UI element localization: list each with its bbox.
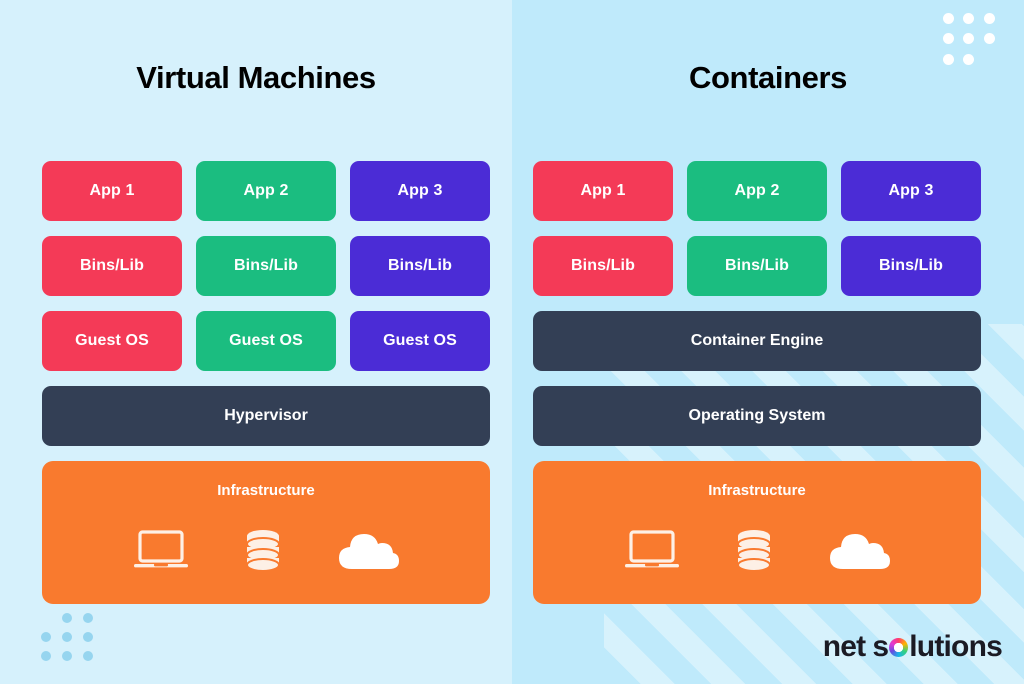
- panel-virtual-machines: Virtual Machines App 1 App 2 App 3 Bins/…: [0, 0, 512, 684]
- brand-logo-word-suffix: lutions: [909, 630, 1003, 663]
- bar-hypervisor[interactable]: Hypervisor: [42, 386, 490, 446]
- laptop-icon: [133, 529, 189, 573]
- panel-title-containers: Containers: [689, 60, 847, 95]
- cell-guest-os-1[interactable]: Guest OS: [42, 311, 182, 371]
- bar-container-engine[interactable]: Container Engine: [533, 311, 981, 371]
- infrastructure-icon-row: [533, 529, 981, 573]
- cell-bins-lib-3[interactable]: Bins/Lib: [350, 236, 490, 296]
- database-icon: [245, 529, 281, 573]
- brand-logo-word-net: net: [822, 630, 866, 663]
- stack-virtual-machines: App 1 App 2 App 3 Bins/Lib Bins/Lib Bins…: [42, 161, 490, 604]
- cell-guest-os-3[interactable]: Guest OS: [350, 311, 490, 371]
- bar-operating-system[interactable]: Operating System: [533, 386, 981, 446]
- cell-bins-lib-2[interactable]: Bins/Lib: [196, 236, 336, 296]
- cell-app-3[interactable]: App 3: [841, 161, 981, 221]
- infrastructure-box-vm[interactable]: Infrastructure: [42, 461, 490, 604]
- infrastructure-icon-row: [42, 529, 490, 573]
- cloud-icon: [337, 529, 399, 573]
- cloud-icon: [828, 529, 890, 573]
- infographic-canvas: Virtual Machines App 1 App 2 App 3 Bins/…: [0, 0, 1024, 684]
- database-icon: [736, 529, 772, 573]
- panel-title-virtual-machines: Virtual Machines: [136, 60, 376, 95]
- cell-app-3[interactable]: App 3: [350, 161, 490, 221]
- cell-bins-lib-1[interactable]: Bins/Lib: [42, 236, 182, 296]
- infrastructure-box-containers[interactable]: Infrastructure: [533, 461, 981, 604]
- cell-app-1[interactable]: App 1: [42, 161, 182, 221]
- row-guest-os: Guest OS Guest OS Guest OS: [42, 311, 490, 371]
- row-apps: App 1 App 2 App 3: [42, 161, 490, 221]
- laptop-icon: [624, 529, 680, 573]
- cell-guest-os-2[interactable]: Guest OS: [196, 311, 336, 371]
- row-bins-lib: Bins/Lib Bins/Lib Bins/Lib: [533, 236, 981, 296]
- multicolor-ring-icon: [889, 638, 909, 657]
- brand-logo[interactable]: net s lutions: [822, 630, 1003, 664]
- row-apps: App 1 App 2 App 3: [533, 161, 981, 221]
- cell-app-2[interactable]: App 2: [687, 161, 827, 221]
- cell-bins-lib-2[interactable]: Bins/Lib: [687, 236, 827, 296]
- panel-containers: Containers App 1 App 2 App 3 Bins/Lib Bi…: [512, 0, 1024, 684]
- cell-bins-lib-3[interactable]: Bins/Lib: [841, 236, 981, 296]
- cell-app-1[interactable]: App 1: [533, 161, 673, 221]
- row-bins-lib: Bins/Lib Bins/Lib Bins/Lib: [42, 236, 490, 296]
- brand-logo-word-prefix: s: [872, 630, 889, 663]
- cell-bins-lib-1[interactable]: Bins/Lib: [533, 236, 673, 296]
- infrastructure-label: Infrastructure: [708, 482, 806, 499]
- infrastructure-label: Infrastructure: [217, 482, 315, 499]
- cell-app-2[interactable]: App 2: [196, 161, 336, 221]
- stack-containers: App 1 App 2 App 3 Bins/Lib Bins/Lib Bins…: [533, 161, 981, 604]
